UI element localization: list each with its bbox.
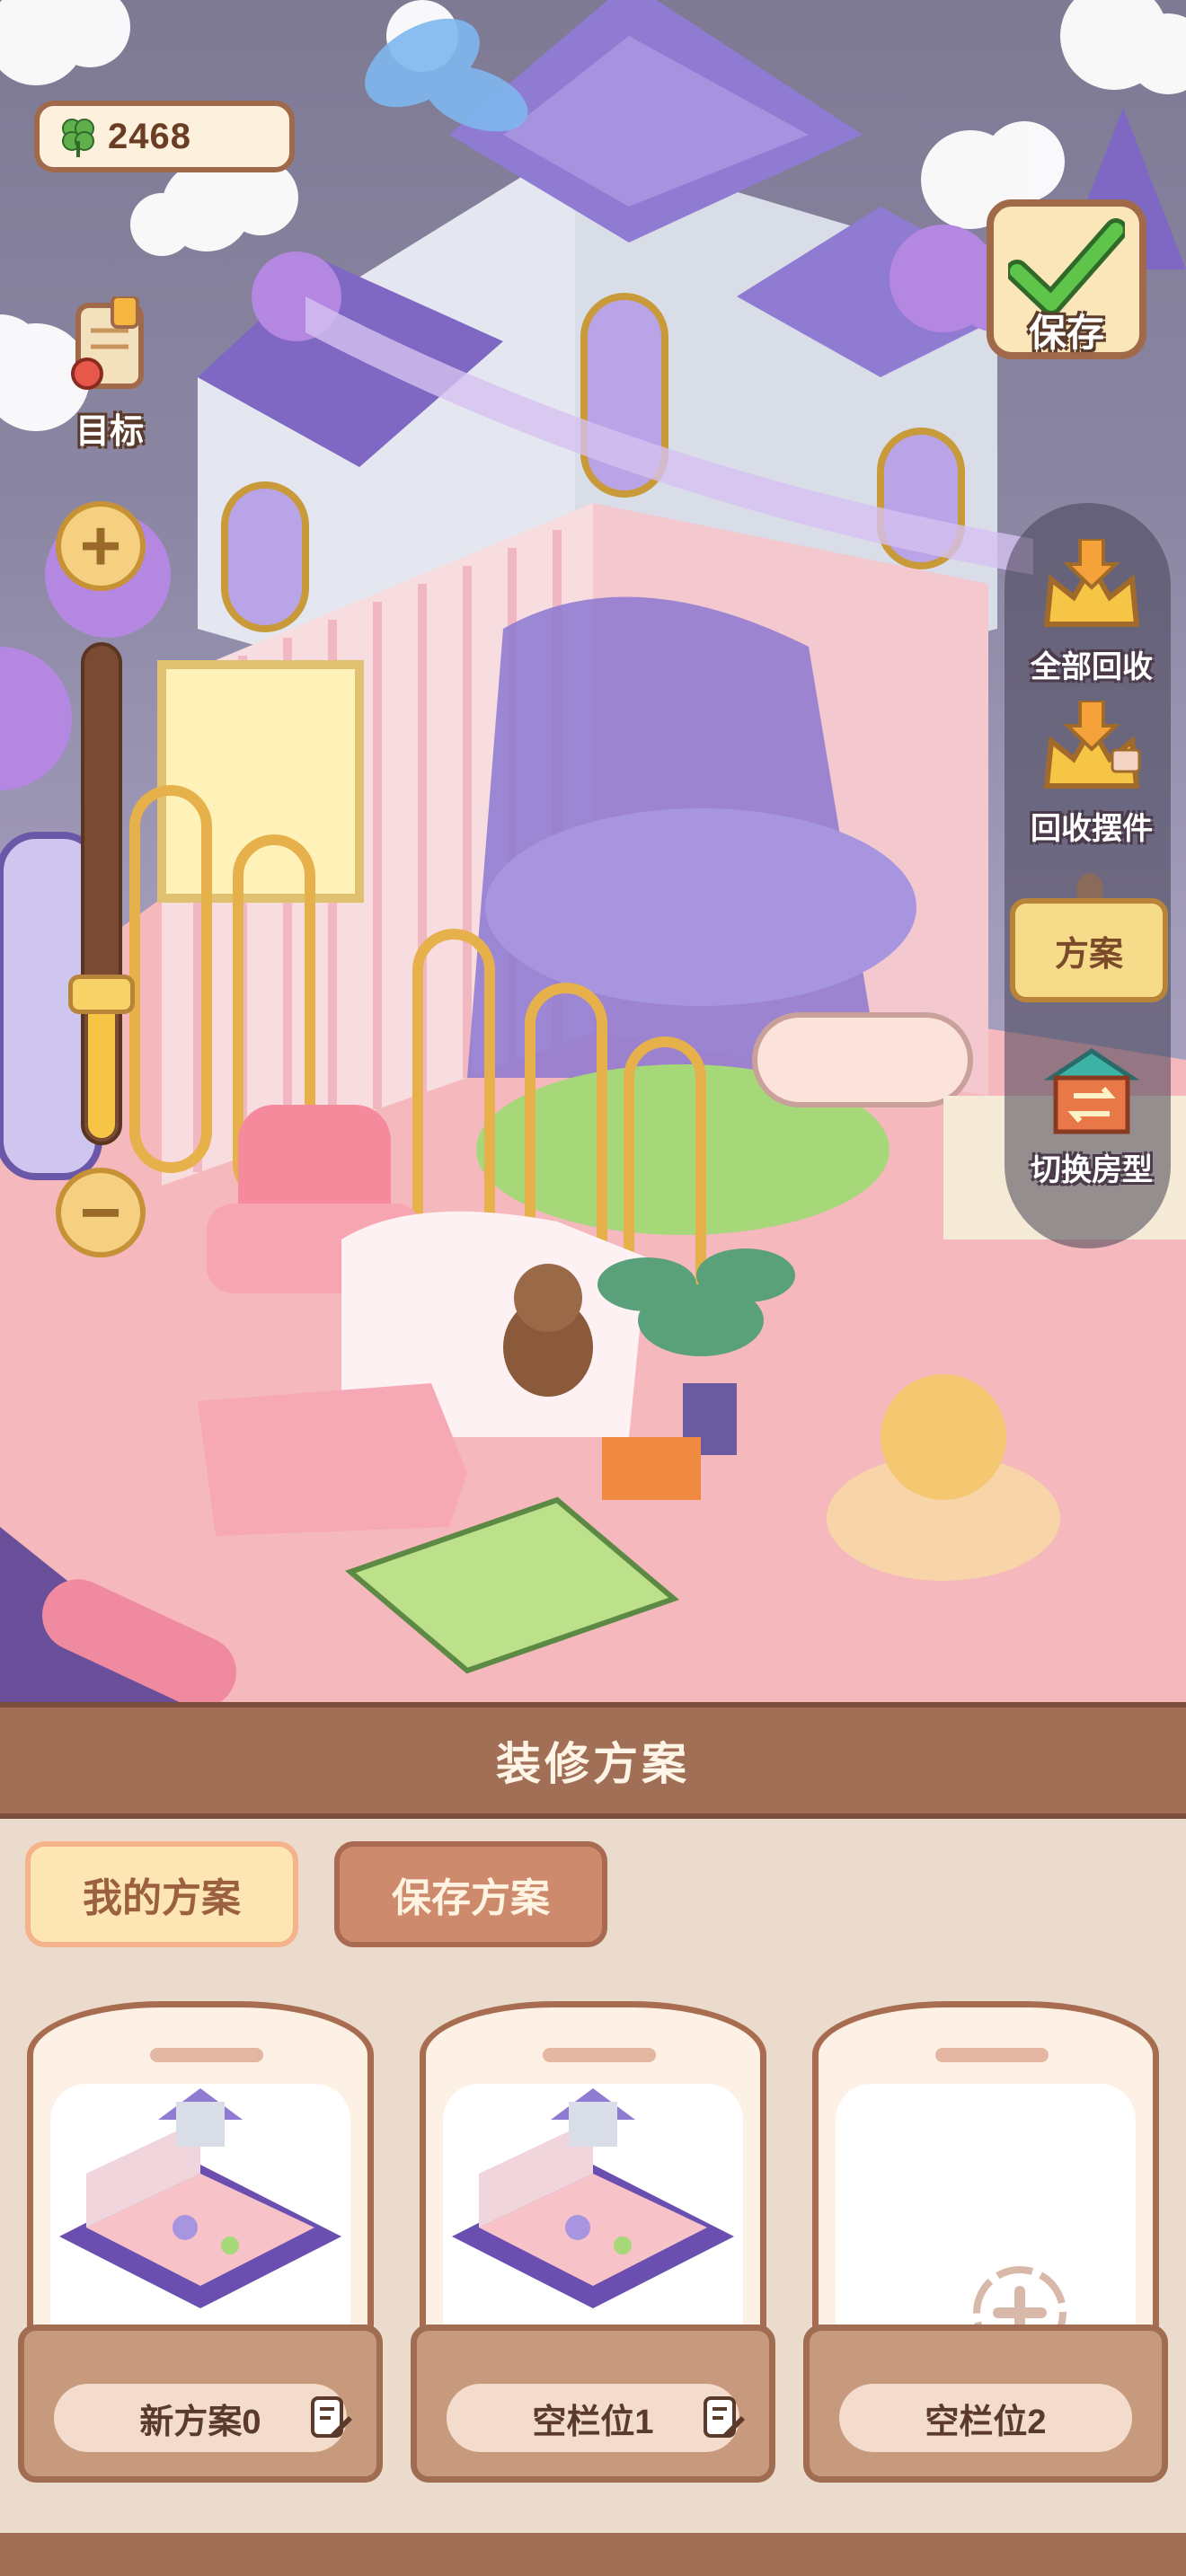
currency-count: 2468 <box>108 116 191 156</box>
scheme-label: 方案 <box>1054 935 1123 974</box>
panel-header: 装修方案 <box>0 1702 1186 1819</box>
save-label: 保存 <box>1028 312 1104 354</box>
slot-name: 空栏位2 <box>839 2384 1132 2452</box>
save-button[interactable]: 保存 <box>987 199 1146 359</box>
checkmark-icon <box>1005 218 1128 315</box>
edit-icon[interactable] <box>307 2395 354 2441</box>
slot-notch <box>935 2048 1049 2062</box>
slot-name: 空栏位1 <box>447 2384 739 2452</box>
tab-my-schemes[interactable]: 我的方案 <box>25 1841 298 1947</box>
scroll-icon <box>71 295 144 390</box>
slot-notch <box>150 2048 263 2062</box>
clover-icon <box>62 119 94 157</box>
tab-save-scheme-label: 保存方案 <box>392 1876 550 1920</box>
switch-room-button[interactable]: 切换房型 <box>997 1042 1186 1189</box>
scheme-slot-2[interactable]: 空栏位2 <box>803 2001 1168 2483</box>
recall-items-button[interactable]: 回收摆件 <box>997 699 1186 848</box>
zoom-in-button[interactable]: + <box>56 501 146 591</box>
bottom-bar <box>0 2533 1186 2576</box>
zoom-slider-track[interactable] <box>81 642 122 1145</box>
recall-all-label: 全部回收 <box>1031 650 1153 684</box>
tab-save-scheme[interactable]: 保存方案 <box>334 1841 607 1947</box>
plus-icon: + <box>79 506 122 586</box>
zoom-slider-handle[interactable] <box>68 975 135 1014</box>
tab-my-schemes-label: 我的方案 <box>83 1876 241 1920</box>
crown-arrow-icon <box>1043 537 1140 627</box>
scheme-slot-1[interactable]: 空栏位1 <box>411 2001 775 2483</box>
slot-name: 新方案0 <box>54 2384 347 2452</box>
house-swap-icon <box>1043 1047 1140 1134</box>
goal-label: 目标 <box>75 413 144 451</box>
minus-icon: − <box>79 1172 122 1252</box>
currency-display: 2468 <box>34 101 295 172</box>
switch-room-label: 切换房型 <box>1031 1153 1153 1187</box>
recall-items-label: 回收摆件 <box>1031 812 1153 846</box>
crown-arrow-icon <box>1043 699 1141 789</box>
edit-icon[interactable] <box>700 2395 747 2441</box>
scheme-button[interactable]: 方案 <box>1010 898 1168 1002</box>
zoom-out-button[interactable]: − <box>56 1168 146 1257</box>
goal-button[interactable]: 目标 <box>47 295 173 453</box>
panel-title: 装修方案 <box>496 1739 690 1789</box>
slot-notch <box>543 2048 656 2062</box>
scheme-slot-0[interactable]: 新方案0 <box>18 2001 383 2483</box>
recall-all-button[interactable]: 全部回收 <box>997 537 1186 686</box>
